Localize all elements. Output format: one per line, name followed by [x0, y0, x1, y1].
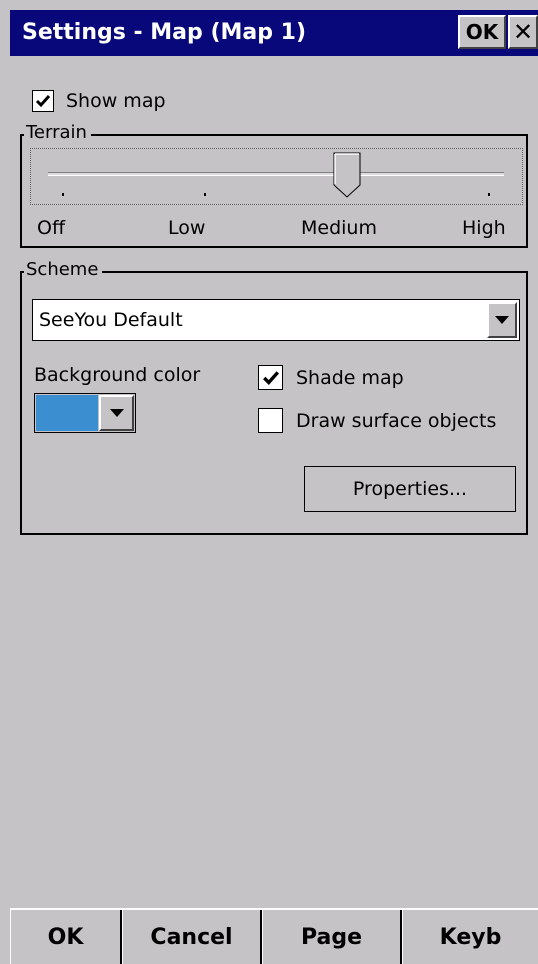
- properties-button[interactable]: Properties...: [304, 466, 516, 512]
- background-color-label: Background color: [34, 364, 201, 386]
- show-map-checkbox[interactable]: [32, 90, 54, 112]
- window-title: Settings - Map (Map 1): [22, 20, 307, 45]
- shade-map-label: Shade map: [296, 367, 404, 389]
- scheme-dropdown-value: SeeYou Default: [39, 309, 183, 331]
- slider-thumb[interactable]: [333, 152, 361, 198]
- slider-tick: [204, 193, 206, 196]
- draw-surface-checkbox-row[interactable]: Draw surface objects: [258, 407, 528, 435]
- chevron-down-icon: [109, 409, 124, 417]
- chevron-down-icon: [495, 316, 509, 324]
- softkey-bar: OK Cancel Page Keyb: [10, 908, 538, 964]
- terrain-group-title: Terrain: [24, 123, 91, 143]
- slider-track: [48, 172, 504, 176]
- slider-tick: [62, 193, 64, 196]
- terrain-label-medium: Medium: [301, 217, 377, 239]
- scheme-dropdown[interactable]: SeeYou Default: [32, 299, 520, 341]
- softkey-ok[interactable]: OK: [10, 910, 122, 964]
- scheme-dropdown-arrow[interactable]: [487, 302, 517, 338]
- softkey-cancel[interactable]: Cancel: [122, 910, 262, 964]
- softkey-page[interactable]: Page: [262, 910, 402, 964]
- close-button[interactable]: ✕: [508, 15, 538, 49]
- background-color-swatch: [36, 395, 98, 431]
- terrain-label-high: High: [462, 217, 506, 239]
- properties-button-label: Properties...: [352, 478, 468, 500]
- show-map-label: Show map: [66, 90, 166, 112]
- terrain-slider[interactable]: [30, 148, 523, 205]
- background-color-arrow[interactable]: [99, 395, 134, 431]
- background-color-picker[interactable]: [34, 393, 136, 433]
- softkey-keyb[interactable]: Keyb: [402, 910, 538, 964]
- slider-tick: [488, 193, 490, 196]
- draw-surface-checkbox[interactable]: [258, 408, 283, 433]
- show-map-checkbox-row[interactable]: Show map: [32, 89, 232, 113]
- title-bar: Settings - Map (Map 1) OK ✕: [10, 10, 538, 56]
- shade-map-checkbox[interactable]: [258, 365, 283, 390]
- title-ok-button[interactable]: OK: [458, 15, 506, 49]
- terrain-label-off: Off: [37, 217, 66, 239]
- scheme-group-title: Scheme: [24, 260, 103, 280]
- checkmark-icon: [35, 95, 51, 108]
- draw-surface-label: Draw surface objects: [296, 410, 497, 432]
- shade-map-checkbox-row[interactable]: Shade map: [258, 364, 438, 390]
- terrain-label-low: Low: [168, 217, 206, 239]
- close-icon: ✕: [512, 18, 534, 46]
- checkmark-icon: [262, 370, 279, 385]
